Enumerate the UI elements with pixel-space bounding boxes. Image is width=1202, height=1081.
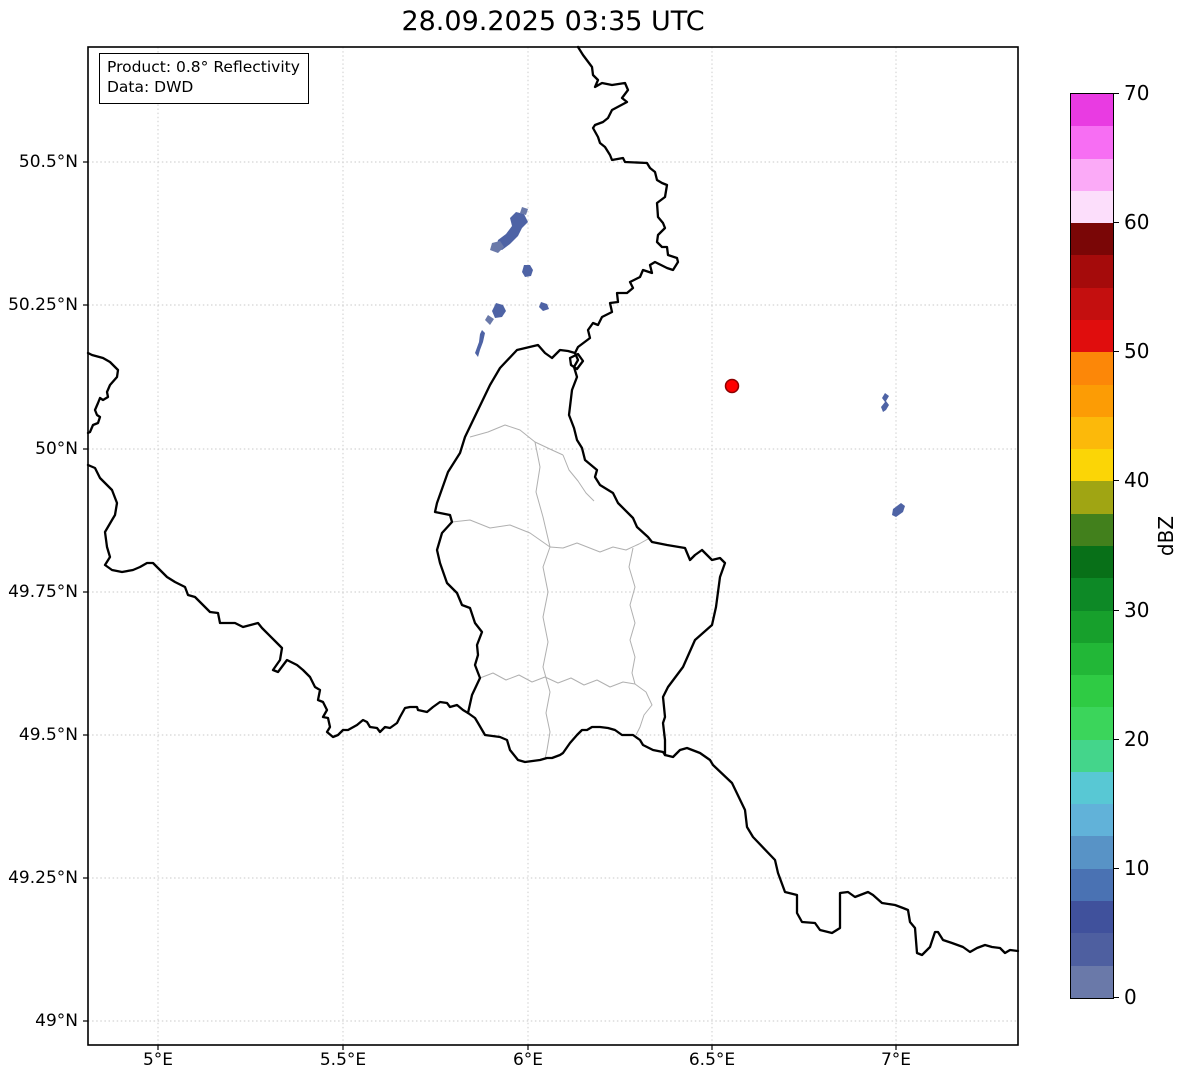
radar-site-marker	[724, 378, 740, 394]
canton-border	[479, 672, 636, 688]
colorbar	[1070, 93, 1114, 999]
colorbar-segment	[1071, 933, 1113, 966]
radar-echo	[522, 265, 533, 277]
canton-border	[534, 441, 551, 548]
colorbar-segment	[1071, 739, 1113, 772]
colorbar-tick-label: 40	[1124, 468, 1150, 492]
colorbar-tick	[1113, 480, 1119, 482]
colorbar-segment	[1071, 965, 1113, 998]
colorbar-tick	[1113, 351, 1119, 353]
colorbar-segment	[1071, 836, 1113, 869]
colorbar-segment	[1071, 352, 1113, 385]
colorbar-segment	[1071, 901, 1113, 934]
y-tick-label: 49°N	[35, 1011, 78, 1031]
y-tick-label: 49.5°N	[18, 725, 78, 745]
colorbar-tick-label: 30	[1124, 598, 1150, 622]
colorbar-segment	[1071, 804, 1113, 837]
radar-echo	[485, 315, 494, 325]
plot-frame	[87, 46, 1019, 1046]
product-annotation: Product: 0.8° Reflectivity Data: DWD	[99, 53, 309, 104]
colorbar-segment	[1071, 126, 1113, 159]
colorbar-segment	[1071, 416, 1113, 450]
x-tick-label: 5°E	[142, 1050, 174, 1070]
colorbar-segment	[1071, 223, 1113, 256]
country-border	[433, 343, 577, 715]
radar-echo	[892, 503, 905, 517]
colorbar-segment	[1071, 255, 1113, 288]
colorbar-tick-label: 0	[1124, 985, 1137, 1009]
colorbar-tick-label: 50	[1124, 339, 1150, 363]
country-border	[663, 746, 1020, 957]
colorbar-segment	[1071, 287, 1113, 320]
country-border	[86, 351, 120, 435]
canton-border	[549, 538, 649, 553]
colorbar-segment	[1071, 707, 1113, 740]
colorbar-segment	[1071, 868, 1113, 902]
canton-border	[634, 683, 653, 736]
canton-border	[469, 424, 564, 456]
y-tick-label: 49.25°N	[8, 868, 78, 888]
colorbar-tick-label: 10	[1124, 856, 1150, 880]
colorbar-segment	[1071, 319, 1113, 353]
canton-border	[542, 546, 551, 760]
y-tick-label: 50.25°N	[8, 295, 78, 315]
canton-border	[562, 454, 595, 502]
y-tick-label: 49.75°N	[8, 582, 78, 602]
x-tick-label: 6.5°E	[688, 1050, 736, 1070]
colorbar-segment	[1071, 94, 1113, 127]
country-border	[466, 711, 667, 764]
y-tick-label: 50°N	[35, 439, 78, 459]
annotation-product-line: Product: 0.8° Reflectivity	[107, 58, 300, 76]
country-border	[86, 463, 470, 739]
annotation-data-line: Data: DWD	[107, 78, 194, 97]
map-canvas	[83, 45, 1020, 1050]
colorbar-tick	[1113, 610, 1119, 612]
colorbar-tick-label: 60	[1124, 210, 1150, 234]
colorbar-segment	[1071, 675, 1113, 708]
colorbar-segment	[1071, 384, 1113, 417]
radar-figure: 28.09.2025 03:35 UTC Product: 0.8° Refle…	[0, 0, 1202, 1081]
colorbar-tick	[1113, 997, 1119, 999]
country-border	[573, 45, 680, 355]
colorbar-segment	[1071, 481, 1113, 514]
colorbar-tick-label: 20	[1124, 727, 1150, 751]
colorbar-unit-label: dBZ	[1154, 515, 1179, 557]
y-tick-label: 50.5°N	[18, 152, 78, 172]
radar-echo	[475, 330, 485, 357]
map-plot	[83, 45, 1020, 1050]
colorbar-segment	[1071, 578, 1113, 611]
colorbar-segment	[1071, 610, 1113, 643]
colorbar-tick	[1113, 93, 1119, 95]
colorbar-tick	[1113, 868, 1119, 870]
canton-border	[628, 547, 636, 685]
x-tick-label: 7°E	[880, 1050, 912, 1070]
colorbar-segment	[1071, 545, 1113, 579]
colorbar-segment	[1071, 449, 1113, 482]
figure-title: 28.09.2025 03:35 UTC	[401, 6, 705, 37]
colorbar-tick	[1113, 739, 1119, 741]
colorbar-segment	[1071, 642, 1113, 676]
radar-echo	[539, 302, 549, 311]
colorbar-tick	[1113, 222, 1119, 224]
x-tick-label: 6°E	[512, 1050, 544, 1070]
x-tick-label: 5.5°E	[319, 1050, 367, 1070]
colorbar-segment	[1071, 190, 1113, 224]
canton-border	[451, 519, 551, 548]
colorbar-segment	[1071, 771, 1113, 805]
colorbar-segment	[1071, 158, 1113, 191]
colorbar-tick-label: 70	[1124, 81, 1150, 105]
colorbar-segment	[1071, 513, 1113, 546]
radar-echo	[881, 393, 889, 412]
